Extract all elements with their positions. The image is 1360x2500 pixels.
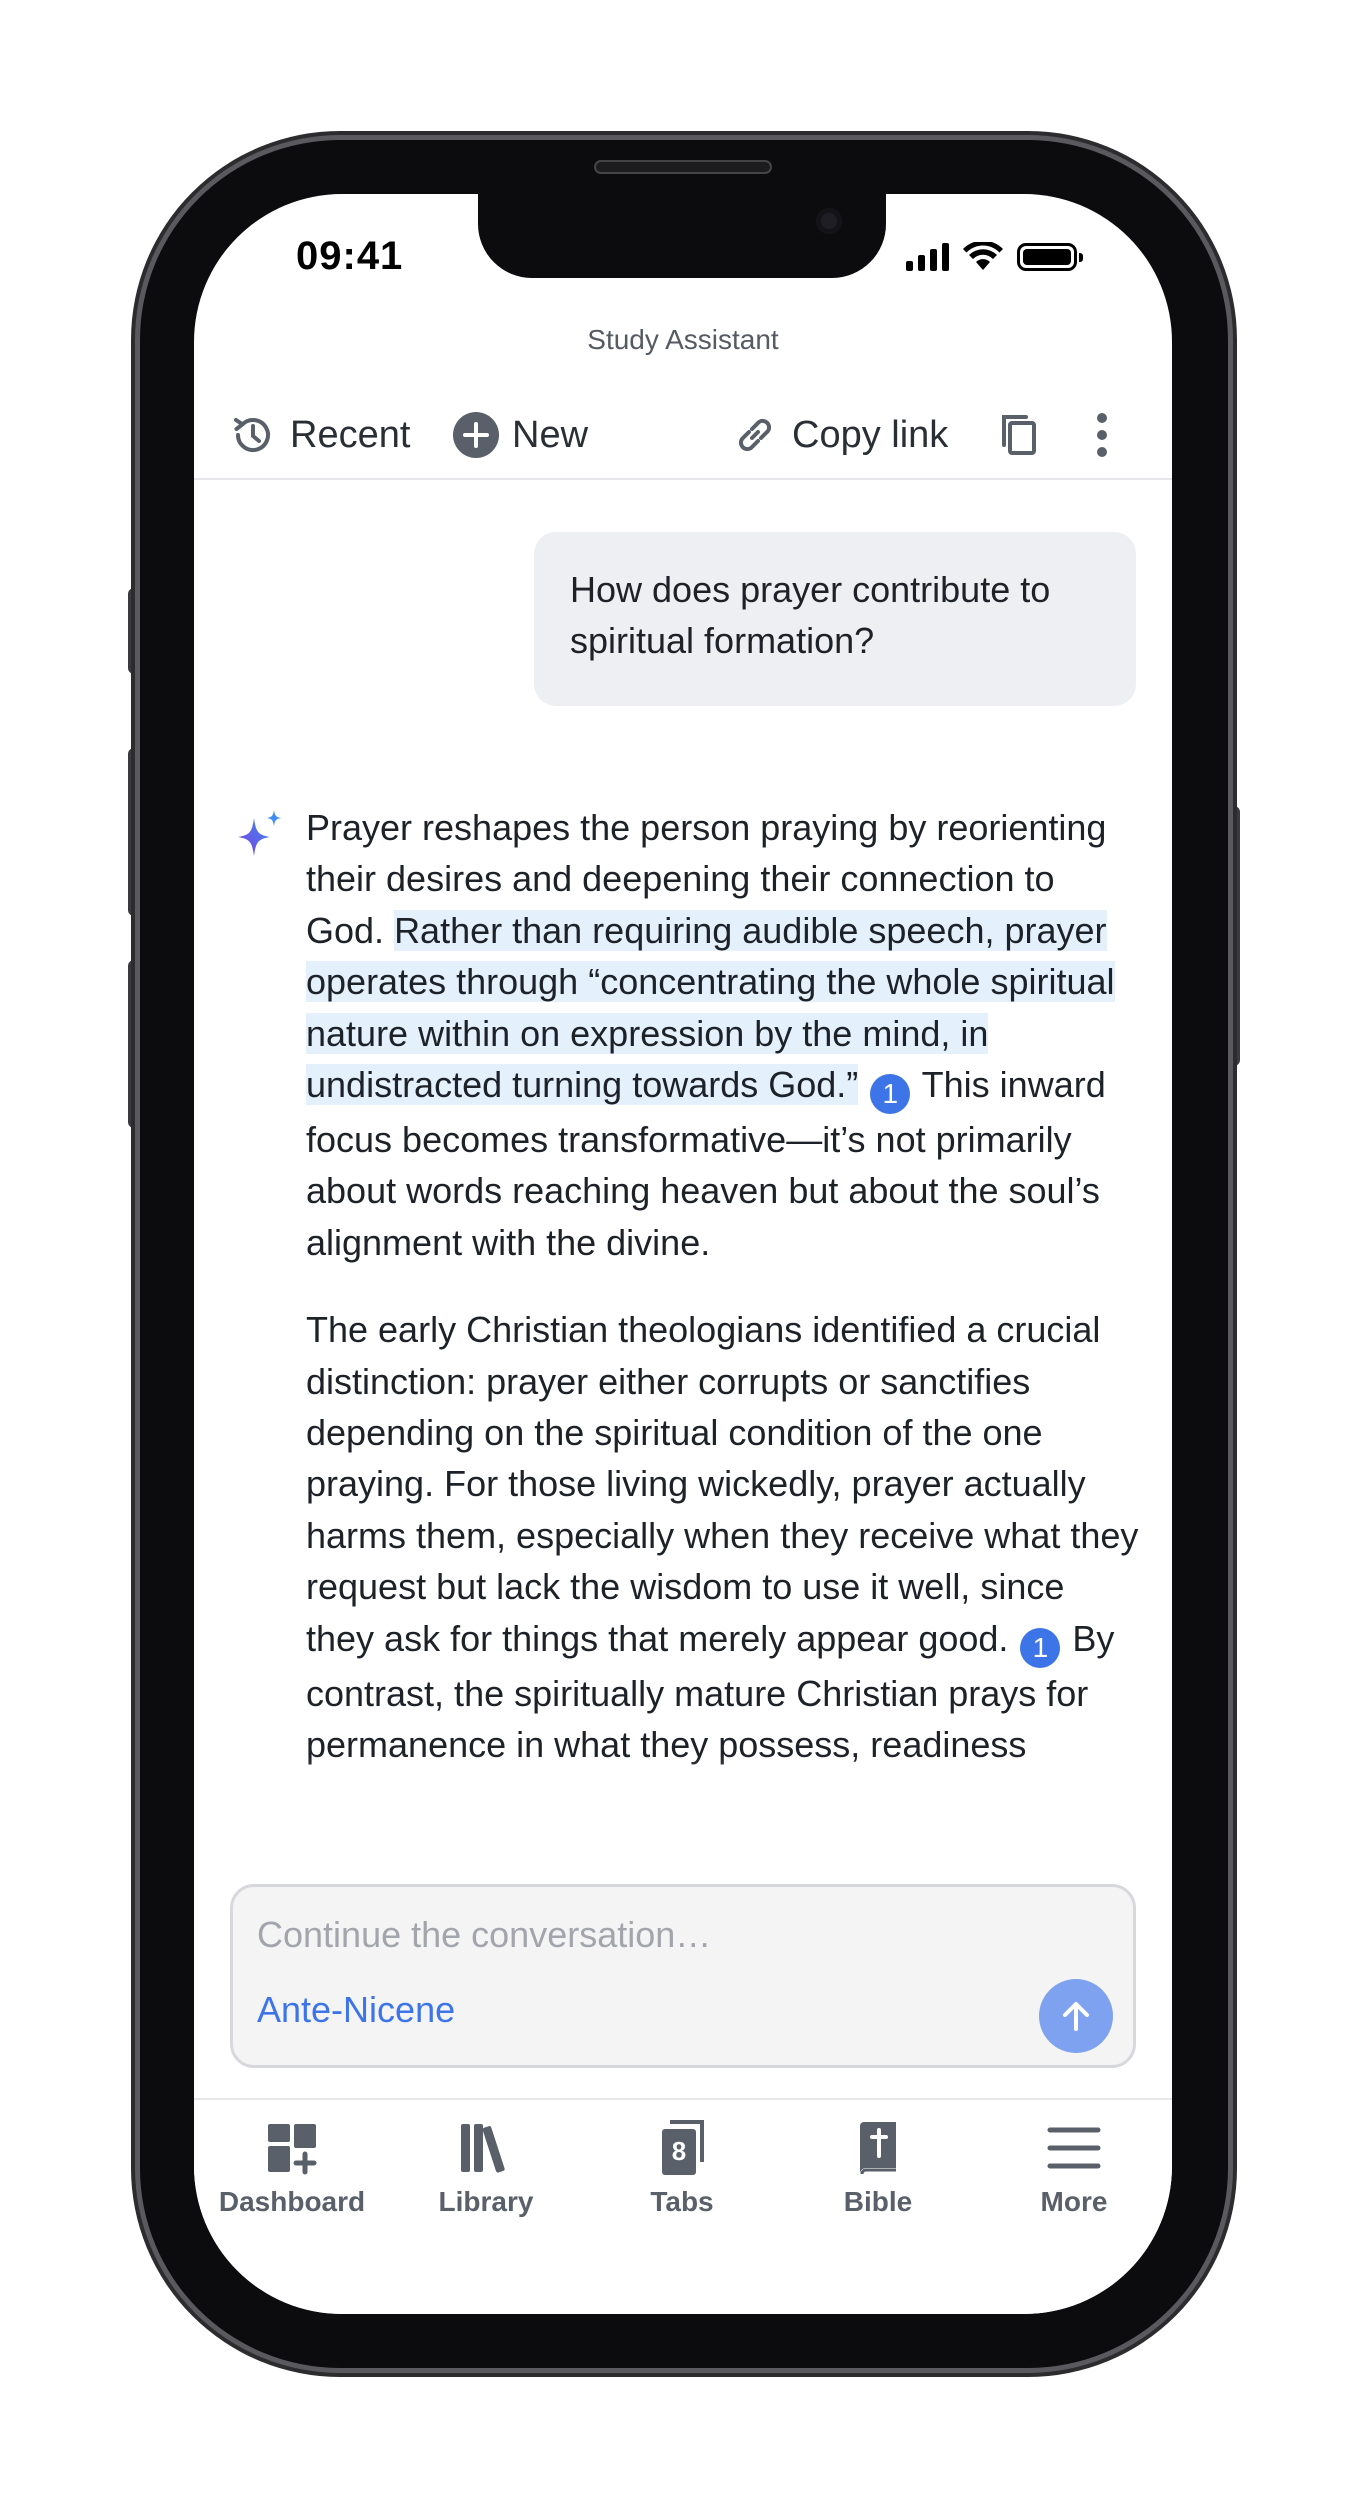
hamburger-menu-icon	[1047, 2127, 1101, 2169]
tab-label: Library	[438, 2186, 534, 2217]
tab-dashboard[interactable]: Dashboard	[194, 2118, 390, 2218]
user-message-text: How does prayer contribute to spiritual …	[570, 569, 1051, 661]
plus-circle-icon	[453, 412, 499, 458]
tab-more[interactable]: More	[976, 2118, 1172, 2218]
copy-link-label: Copy link	[792, 413, 949, 456]
ai-sparkle-icon	[238, 810, 281, 856]
assistant-answer: Prayer reshapes the person praying by re…	[306, 802, 1142, 1862]
tab-label: More	[1040, 2186, 1108, 2217]
message-composer: Ante-Nicene	[230, 1884, 1136, 2068]
copy-button[interactable]	[994, 410, 1044, 460]
status-time: 09:41	[296, 234, 404, 278]
scroll-fade	[194, 1754, 1172, 1874]
citation-badge[interactable]: 1	[1020, 1627, 1061, 1668]
collection-selector[interactable]: Ante-Nicene	[257, 1989, 455, 2031]
battery-icon	[1017, 243, 1083, 271]
conversation-toolbar: Recent New Copy link	[194, 390, 1172, 480]
mute-switch[interactable]	[128, 588, 140, 674]
dashboard-icon	[268, 2124, 317, 2175]
new-label: New	[512, 413, 589, 456]
status-icons	[906, 242, 1083, 272]
tab-label: Tabs	[650, 2186, 714, 2217]
bible-icon	[860, 2122, 896, 2175]
answer-text: The early Christian theologians identifi…	[306, 1309, 1139, 1659]
message-input[interactable]	[257, 1909, 1077, 1961]
new-conversation-button[interactable]: New	[452, 410, 588, 460]
arrow-up-icon	[1063, 2002, 1089, 2031]
page-title: Study Assistant	[587, 324, 779, 355]
tab-label: Dashboard	[218, 2186, 366, 2217]
tab-bible[interactable]: Bible	[780, 2118, 976, 2218]
tab-tabs[interactable]: 8 Tabs	[584, 2118, 780, 2218]
tabs-count-badge: 8	[671, 2136, 687, 2166]
user-message: How does prayer contribute to spiritual …	[534, 532, 1136, 706]
notch	[478, 194, 886, 278]
phone-screen: 09:41 Study Assistant Recent New Copy li…	[194, 194, 1172, 2314]
citation-badge[interactable]: 1	[870, 1074, 911, 1115]
copy-icon	[1002, 415, 1036, 455]
cellular-signal-icon	[906, 243, 949, 271]
volume-up-button[interactable]	[128, 748, 140, 916]
bottom-tab-bar: Dashboard Library 8 Tabs Bible More	[194, 2098, 1172, 2314]
tab-library[interactable]: Library	[388, 2118, 584, 2218]
vertical-ellipsis-icon	[1097, 413, 1107, 457]
volume-down-button[interactable]	[128, 960, 140, 1128]
library-books-icon	[461, 2124, 505, 2173]
tab-label: Bible	[843, 2186, 913, 2217]
recent-label: Recent	[290, 413, 411, 456]
earpiece-speaker	[594, 160, 772, 174]
copy-link-button[interactable]: Copy link	[730, 410, 948, 460]
power-button[interactable]	[1228, 806, 1240, 1066]
answer-paragraph: Prayer reshapes the person praying by re…	[306, 802, 1142, 1268]
front-camera	[816, 208, 842, 234]
wifi-icon	[963, 242, 1003, 270]
answer-paragraph: The early Christian theologians identifi…	[306, 1304, 1142, 1770]
link-icon	[738, 418, 772, 452]
tabs-icon: 8	[652, 2118, 712, 2178]
send-button[interactable]	[1039, 1979, 1113, 2053]
recent-button[interactable]: Recent	[228, 410, 410, 460]
history-icon	[234, 418, 270, 452]
more-options-button[interactable]	[1092, 410, 1112, 460]
